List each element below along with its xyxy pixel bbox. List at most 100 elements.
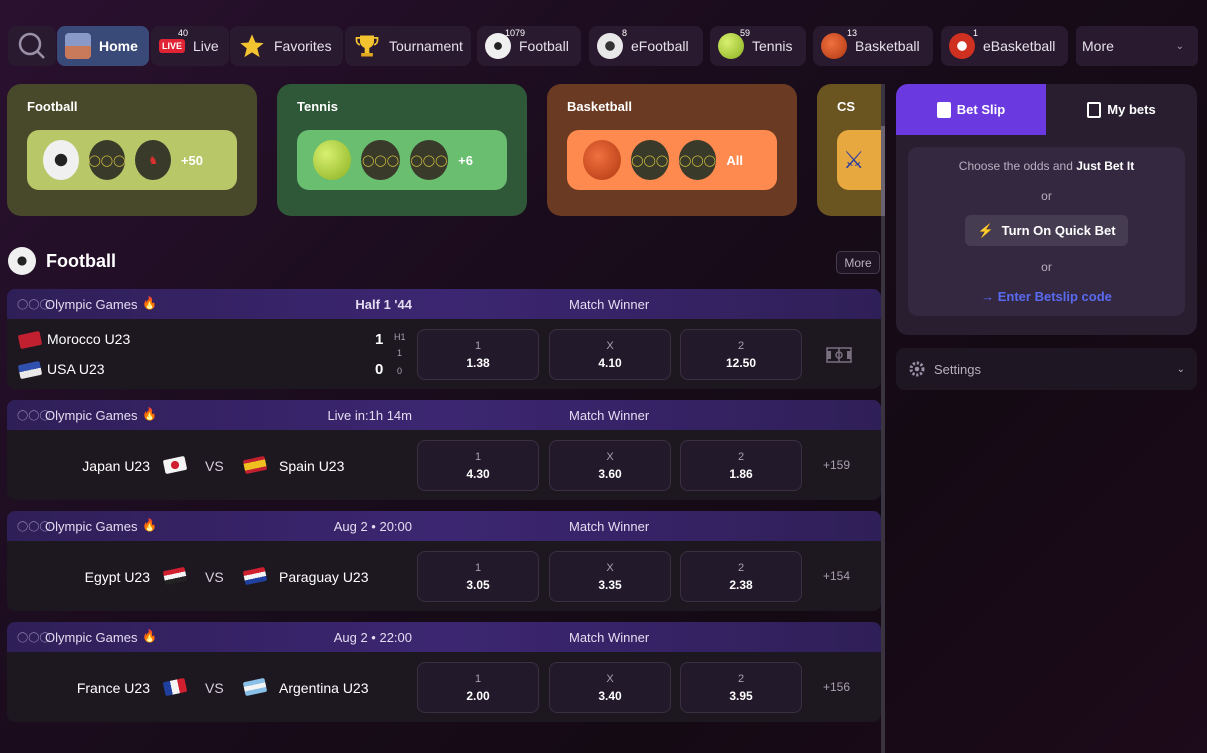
odd-button-away[interactable]: 2 12.50 xyxy=(680,329,802,380)
category-card-cs[interactable]: CS ⚔ xyxy=(817,84,883,216)
scrollbar[interactable] xyxy=(881,84,885,753)
nav-football-label: Football xyxy=(519,38,569,54)
odd-button-away[interactable]: 2 2.38 xyxy=(680,551,802,602)
home-team[interactable]: Japan U23 xyxy=(50,458,150,474)
odd-button-home[interactable]: 1 4.30 xyxy=(417,440,539,491)
gear-icon xyxy=(909,361,925,377)
market-name: Match Winner xyxy=(569,630,650,645)
flag-paraguay-icon xyxy=(242,566,268,586)
category-card-basketball[interactable]: Basketball ◯◯◯ ◯◯◯ All xyxy=(547,84,797,216)
market-name: Match Winner xyxy=(569,408,650,423)
odd-label: 1 xyxy=(474,450,482,463)
odd-label: X xyxy=(606,672,614,685)
nav-live[interactable]: 40 LIVE Live xyxy=(151,26,229,66)
odd-value: 4.10 xyxy=(598,355,622,370)
odd-button-home[interactable]: 1 3.05 xyxy=(417,551,539,602)
away-team[interactable]: USA U23 xyxy=(47,361,105,377)
category-title: CS xyxy=(837,99,856,114)
efootball-count-badge: 8 xyxy=(622,28,628,38)
nav-tournament[interactable]: Tournament xyxy=(345,26,471,66)
more-markets-count[interactable]: +156 xyxy=(823,680,850,694)
category-card-tennis[interactable]: Tennis ◯◯◯ ◯◯◯ +6 xyxy=(277,84,527,216)
nav-favorites-label: Favorites xyxy=(274,38,332,54)
category-pill[interactable]: ⚔ xyxy=(837,130,883,190)
odd-label: 1 xyxy=(474,561,482,574)
flag-usa-icon xyxy=(17,360,43,380)
gamepad-football-icon xyxy=(597,33,623,59)
odd-button-draw[interactable]: X 3.60 xyxy=(549,440,671,491)
nav-efootball-label: eFootball xyxy=(631,38,689,54)
match-header: ◯◯◯ Olympic Games 🔥 Aug 2 • 20:00 Match … xyxy=(7,511,881,541)
quick-bet-label: Turn On Quick Bet xyxy=(1001,223,1116,238)
soccer-ball-icon xyxy=(43,140,79,180)
category-title: Tennis xyxy=(297,99,338,114)
odd-button-draw[interactable]: X 3.40 xyxy=(549,662,671,713)
trophy-icon xyxy=(355,35,379,57)
category-pill[interactable]: ◯◯◯ ◯◯◯ All xyxy=(567,130,777,190)
away-score: 0 xyxy=(375,361,384,378)
nav-favorites[interactable]: Favorites xyxy=(230,26,343,66)
match-status: Half 1 '44 xyxy=(355,297,412,312)
nav-home[interactable]: Home xyxy=(57,26,149,66)
category-pill[interactable]: ◯◯◯ ♞ +50 xyxy=(27,130,237,190)
odd-button-draw[interactable]: X 4.10 xyxy=(549,329,671,380)
flag-egypt-icon xyxy=(162,566,188,586)
away-team[interactable]: Spain U23 xyxy=(279,458,344,474)
odd-button-away[interactable]: 2 1.86 xyxy=(680,440,802,491)
away-team[interactable]: Paraguay U23 xyxy=(279,569,369,585)
more-markets-count[interactable]: +154 xyxy=(823,569,850,583)
odd-button-away[interactable]: 2 3.95 xyxy=(680,662,802,713)
odd-value: 3.95 xyxy=(729,688,753,703)
search-button[interactable] xyxy=(8,26,56,66)
house-icon xyxy=(65,33,91,59)
instruction-text: Choose the odds and xyxy=(958,159,1077,173)
star-icon xyxy=(240,34,264,58)
nav-football[interactable]: 1079 Football xyxy=(477,26,581,66)
nav-tennis[interactable]: 59 Tennis xyxy=(710,26,806,66)
odd-value: 3.05 xyxy=(466,577,490,592)
nav-live-label: Live xyxy=(193,38,219,54)
or-divider: or xyxy=(1041,189,1052,203)
market-name: Match Winner xyxy=(569,519,650,534)
odd-button-home[interactable]: 1 1.38 xyxy=(417,329,539,380)
nav-efootball[interactable]: 8 eFootball xyxy=(589,26,703,66)
more-markets-count[interactable]: +159 xyxy=(823,458,850,472)
chevron-down-icon: ⌄ xyxy=(1176,363,1185,375)
match-status: Aug 2 • 22:00 xyxy=(333,630,412,645)
away-team[interactable]: Argentina U23 xyxy=(279,680,369,696)
pitch-icon[interactable] xyxy=(826,347,852,363)
nav-basketball[interactable]: 13 Basketball xyxy=(813,26,933,66)
odd-label: 2 xyxy=(737,561,745,574)
odd-value: 2.38 xyxy=(729,577,753,592)
category-count: +6 xyxy=(458,152,473,168)
category-card-football[interactable]: Football ◯◯◯ ♞ +50 xyxy=(7,84,257,216)
olympic-rings-icon: ◯◯◯ xyxy=(88,140,126,180)
match-header: ◯◯◯ Olympic Games 🔥 Live in:1h 14m Match… xyxy=(7,400,881,430)
category-pill[interactable]: ◯◯◯ ◯◯◯ +6 xyxy=(297,130,507,190)
section-more-button[interactable]: More xyxy=(836,251,880,274)
flag-japan-icon xyxy=(162,455,188,475)
home-team[interactable]: Morocco U23 xyxy=(47,331,130,347)
scrollbar-thumb[interactable] xyxy=(881,126,885,216)
more-dropdown[interactable]: More ⌄ xyxy=(1076,26,1198,66)
nav-ebasketball[interactable]: 1 eBasketball xyxy=(941,26,1068,66)
odd-value: 3.40 xyxy=(598,688,622,703)
gamepad-basketball-icon xyxy=(949,33,975,59)
tab-betslip[interactable]: Bet Slip xyxy=(896,84,1046,135)
home-team[interactable]: France U23 xyxy=(50,680,150,696)
odd-label: 1 xyxy=(474,339,482,352)
basketball-icon xyxy=(583,140,621,180)
home-team[interactable]: Egypt U23 xyxy=(50,569,150,585)
odd-button-home[interactable]: 1 2.00 xyxy=(417,662,539,713)
odd-button-draw[interactable]: X 3.35 xyxy=(549,551,671,602)
fire-icon: 🔥 xyxy=(142,407,157,421)
match-card: ◯◯◯ Olympic Games 🔥 Live in:1h 14m Match… xyxy=(7,400,881,500)
settings-accordion[interactable]: Settings ⌄ xyxy=(896,348,1197,390)
quick-bet-button[interactable]: ⚡ Turn On Quick Bet xyxy=(965,215,1128,246)
betslip-code-link[interactable]: → Enter Betslip code xyxy=(908,289,1185,304)
category-count: All xyxy=(726,152,744,168)
odd-value: 3.60 xyxy=(598,466,622,481)
tab-mybets[interactable]: My bets xyxy=(1046,84,1197,135)
away-period-score: 0 xyxy=(397,366,403,376)
nav-tournament-label: Tournament xyxy=(389,38,463,54)
